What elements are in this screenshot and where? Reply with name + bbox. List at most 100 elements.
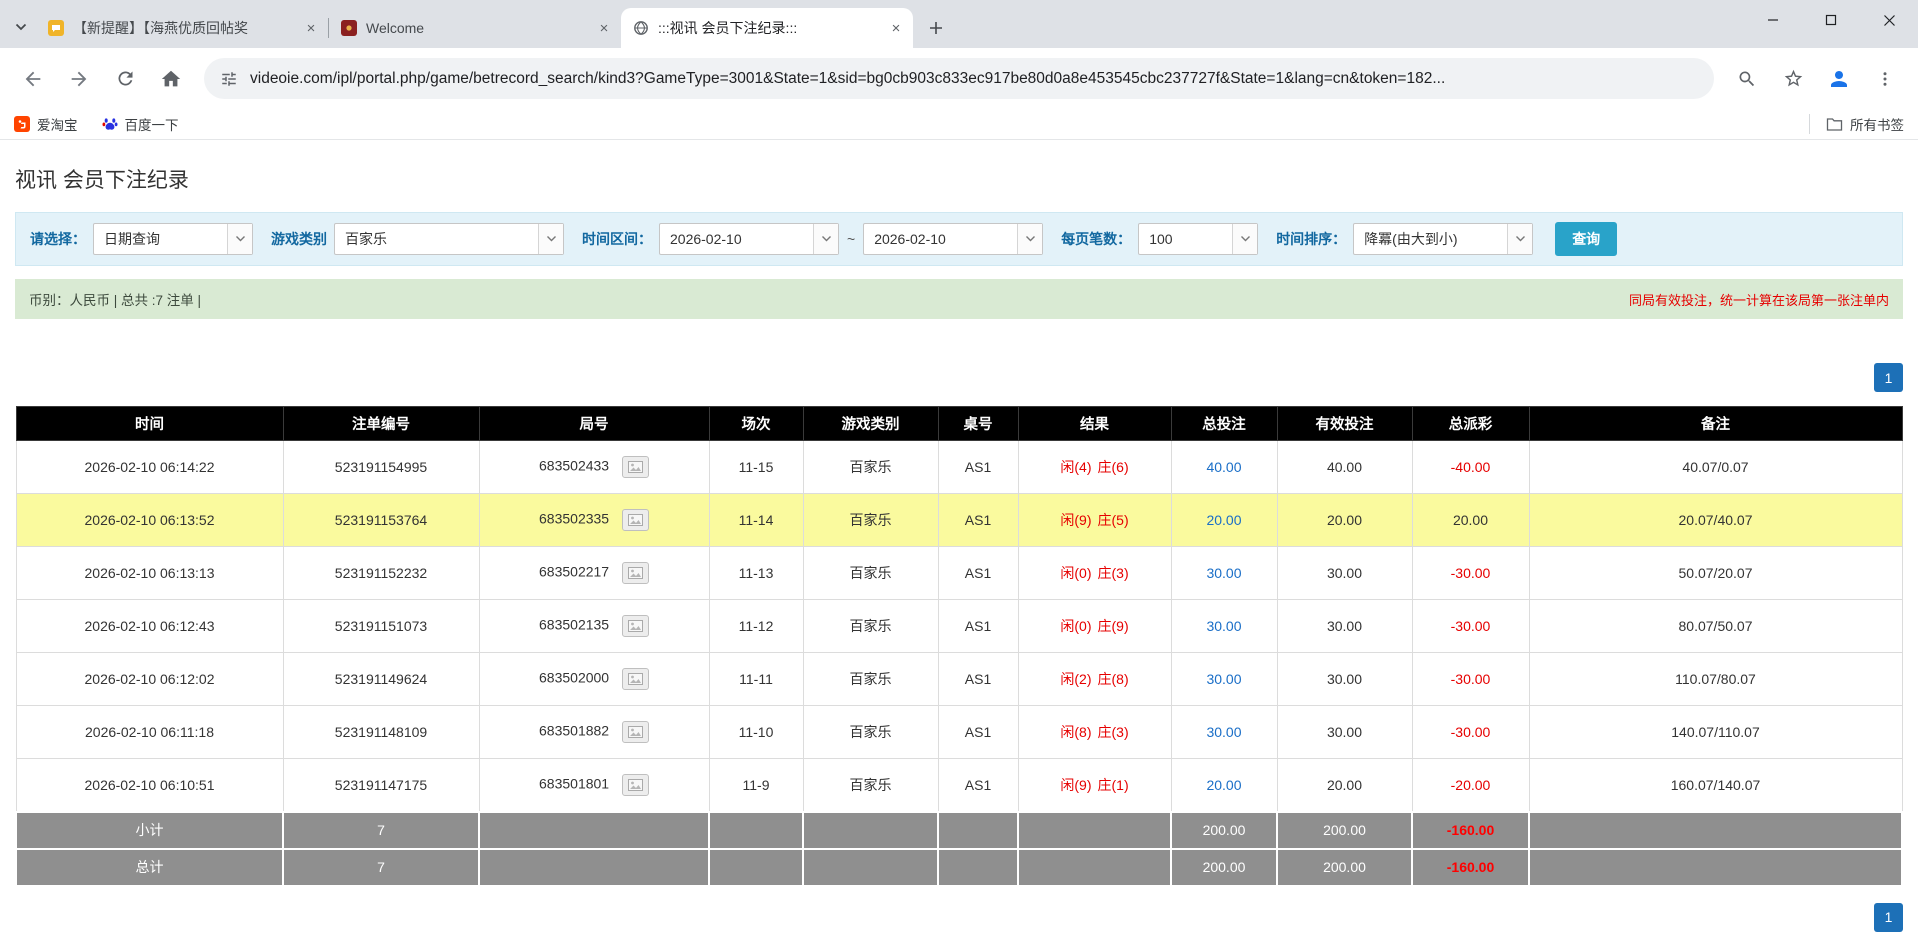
home-button[interactable] <box>150 58 192 100</box>
cell-total-bet[interactable]: 30.00 <box>1171 706 1277 759</box>
filter-group-select: 请选择： 日期查询 <box>30 223 253 255</box>
chevron-down-icon <box>538 224 563 254</box>
game-record-image-icon[interactable] <box>622 562 649 584</box>
date-mode-select[interactable]: 日期查询 <box>93 223 253 255</box>
bet-row: 2026-02-10 06:11:18 523191148109 6835018… <box>16 706 1902 759</box>
cell-round: 683502335 <box>479 494 709 547</box>
cell-result: 闲(0)庄(9) <box>1018 600 1171 653</box>
total-row: 总计 7 200.00 200.00 -160.00 <box>16 849 1902 886</box>
browser-menu-button[interactable] <box>1864 58 1906 100</box>
zoom-icon[interactable] <box>1726 58 1768 100</box>
date-to-select[interactable]: 2026-02-10 <box>863 223 1043 255</box>
chevron-down-icon <box>227 224 252 254</box>
cell-total-bet[interactable]: 20.00 <box>1171 759 1277 812</box>
tab-title: Welcome <box>366 20 586 36</box>
bookmark-taobao[interactable]: 爱淘宝 <box>14 114 78 134</box>
per-page-select[interactable]: 100 <box>1138 223 1258 255</box>
maximize-button[interactable] <box>1802 0 1860 40</box>
game-record-image-icon[interactable] <box>622 668 649 690</box>
cell-game-type: 百家乐 <box>803 547 938 600</box>
cell-result: 闲(0)庄(3) <box>1018 547 1171 600</box>
cell-valid-bet: 40.00 <box>1277 441 1412 494</box>
minimize-button[interactable] <box>1744 0 1802 40</box>
game-record-image-icon[interactable] <box>622 721 649 743</box>
chevron-down-icon <box>813 224 838 254</box>
select-value: 百家乐 <box>335 224 538 254</box>
cell-game-type: 百家乐 <box>803 653 938 706</box>
cell-bet-id: 523191153764 <box>283 494 479 547</box>
taobao-icon <box>14 116 30 132</box>
cell-total-bet[interactable]: 30.00 <box>1171 547 1277 600</box>
cell-game-type: 百家乐 <box>803 759 938 812</box>
tab-close-icon[interactable]: × <box>595 19 613 37</box>
all-bookmarks[interactable]: 所有书签 <box>1809 114 1904 134</box>
cell-note: 110.07/80.07 <box>1529 653 1902 706</box>
info-bar: 币别：人民币 | 总共 :7 注单 | 同局有效投注，统一计算在该局第一张注单内 <box>15 279 1903 319</box>
result-banker: 庄(6) <box>1098 459 1129 475</box>
cell-total-bet[interactable]: 30.00 <box>1171 653 1277 706</box>
game-record-image-icon[interactable] <box>622 774 649 796</box>
cell-session: 11-10 <box>709 706 803 759</box>
cell-table: AS1 <box>938 547 1018 600</box>
tab-title: :::视讯 会员下注纪录::: <box>658 18 878 38</box>
column-header-game-type: 游戏类别 <box>803 407 938 441</box>
url-bar[interactable]: videoie.com/ipl/portal.php/game/betrecor… <box>204 58 1714 99</box>
subtotal-count: 7 <box>283 812 479 849</box>
round-number: 683502000 <box>539 670 609 686</box>
sort-order-select[interactable]: 降冪(由大到小) <box>1353 223 1533 255</box>
game-type-select[interactable]: 百家乐 <box>334 223 564 255</box>
filter-group-per-page: 每页笔数： 100 <box>1061 223 1258 255</box>
tab-forum[interactable]: 【新提醒】【海燕优质回帖奖 × <box>36 8 328 48</box>
cell-result: 闲(2)庄(8) <box>1018 653 1171 706</box>
tab-close-icon[interactable]: × <box>302 19 320 37</box>
back-button[interactable] <box>12 58 54 100</box>
tab-bet-records[interactable]: :::视讯 会员下注纪录::: × <box>621 8 913 48</box>
empty-cell <box>803 812 938 849</box>
cell-payout: -30.00 <box>1412 600 1529 653</box>
note-warning-text: 同局有效投注，统一计算在该局第一张注单内 <box>1629 290 1889 309</box>
date-from-select[interactable]: 2026-02-10 <box>659 223 839 255</box>
result-banker: 庄(3) <box>1098 724 1129 740</box>
tab-list-chevron-icon[interactable] <box>6 10 36 44</box>
new-tab-button[interactable] <box>921 13 951 43</box>
cell-result: 闲(9)庄(1) <box>1018 759 1171 812</box>
cell-valid-bet: 30.00 <box>1277 547 1412 600</box>
game-record-image-icon[interactable] <box>622 509 649 531</box>
cell-time: 2026-02-10 06:12:43 <box>16 600 283 653</box>
site-info-icon[interactable] <box>220 70 238 88</box>
forward-button[interactable] <box>58 58 100 100</box>
game-record-image-icon[interactable] <box>622 615 649 637</box>
column-header-table: 桌号 <box>938 407 1018 441</box>
close-button[interactable] <box>1860 0 1918 40</box>
profile-avatar[interactable] <box>1818 58 1860 100</box>
cell-total-bet[interactable]: 30.00 <box>1171 600 1277 653</box>
bookmark-baidu[interactable]: 百度一下 <box>102 114 179 134</box>
tab-welcome[interactable]: Welcome × <box>329 8 621 48</box>
round-number: 683501882 <box>539 723 609 739</box>
subtotal-payout: -160.00 <box>1412 812 1529 849</box>
cell-total-bet[interactable]: 40.00 <box>1171 441 1277 494</box>
tab-close-icon[interactable]: × <box>887 19 905 37</box>
column-header-time: 时间 <box>16 407 283 441</box>
cell-note: 50.07/20.07 <box>1529 547 1902 600</box>
column-header-bet-id: 注单编号 <box>283 407 479 441</box>
pagination-page-button[interactable]: 1 <box>1874 363 1903 392</box>
table-header-row: 时间 注单编号 局号 场次 游戏类别 桌号 结果 总投注 有效投注 总派彩 备注 <box>16 407 1902 441</box>
round-number: 683502335 <box>539 511 609 527</box>
cell-valid-bet: 20.00 <box>1277 494 1412 547</box>
bet-records-table: 时间 注单编号 局号 场次 游戏类别 桌号 结果 总投注 有效投注 总派彩 备注… <box>15 406 1903 887</box>
select-value: 日期查询 <box>94 224 227 254</box>
pagination-top: 1 <box>15 363 1903 392</box>
url-text[interactable]: videoie.com/ipl/portal.php/game/betrecor… <box>250 70 1445 88</box>
cell-valid-bet: 30.00 <box>1277 600 1412 653</box>
cell-total-bet[interactable]: 20.00 <box>1171 494 1277 547</box>
cell-bet-id: 523191149624 <box>283 653 479 706</box>
game-record-image-icon[interactable] <box>622 456 649 478</box>
empty-cell <box>709 849 803 886</box>
bookmark-star-icon[interactable] <box>1772 58 1814 100</box>
reload-button[interactable] <box>104 58 146 100</box>
tab-title: 【新提醒】【海燕优质回帖奖 <box>73 18 293 38</box>
pagination-page-button[interactable]: 1 <box>1874 903 1903 932</box>
search-button[interactable]: 查询 <box>1555 222 1617 256</box>
round-number: 683502135 <box>539 617 609 633</box>
